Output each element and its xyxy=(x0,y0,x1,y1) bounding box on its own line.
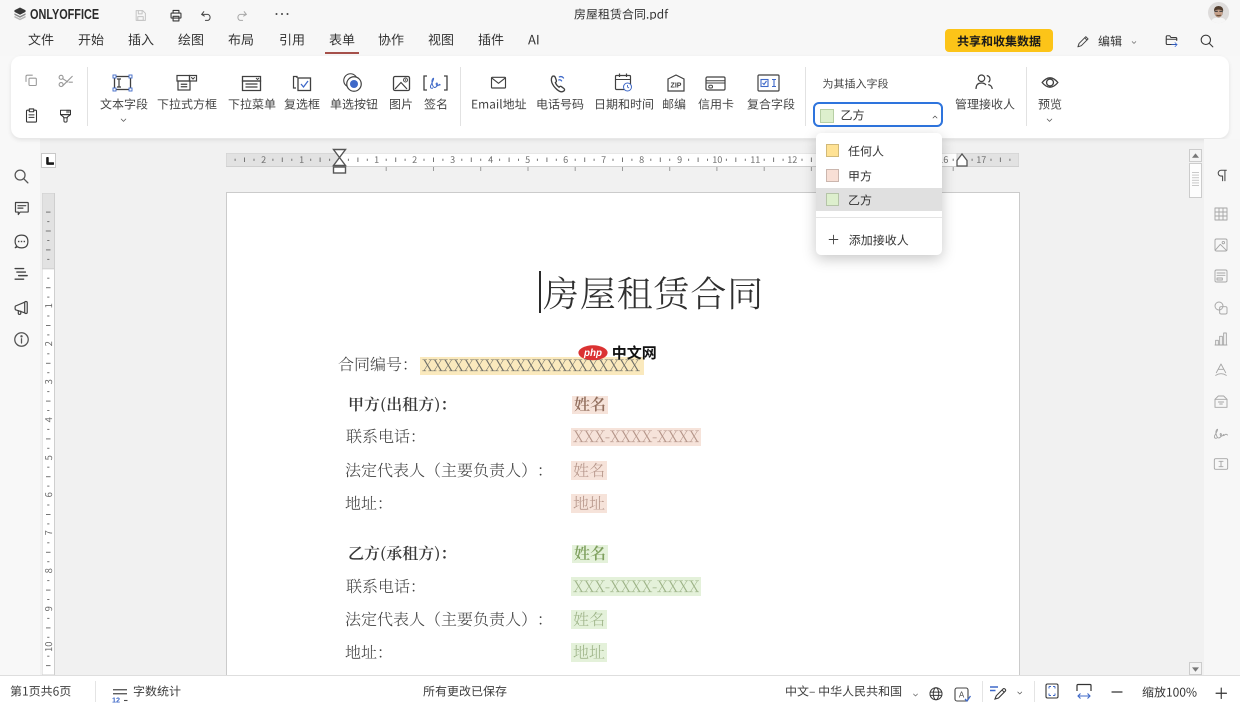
svg-text:php: php xyxy=(583,348,602,359)
svg-text:12: 12 xyxy=(112,696,120,704)
svg-text:ZIP: ZIP xyxy=(671,83,682,90)
svg-text:A: A xyxy=(959,691,965,700)
